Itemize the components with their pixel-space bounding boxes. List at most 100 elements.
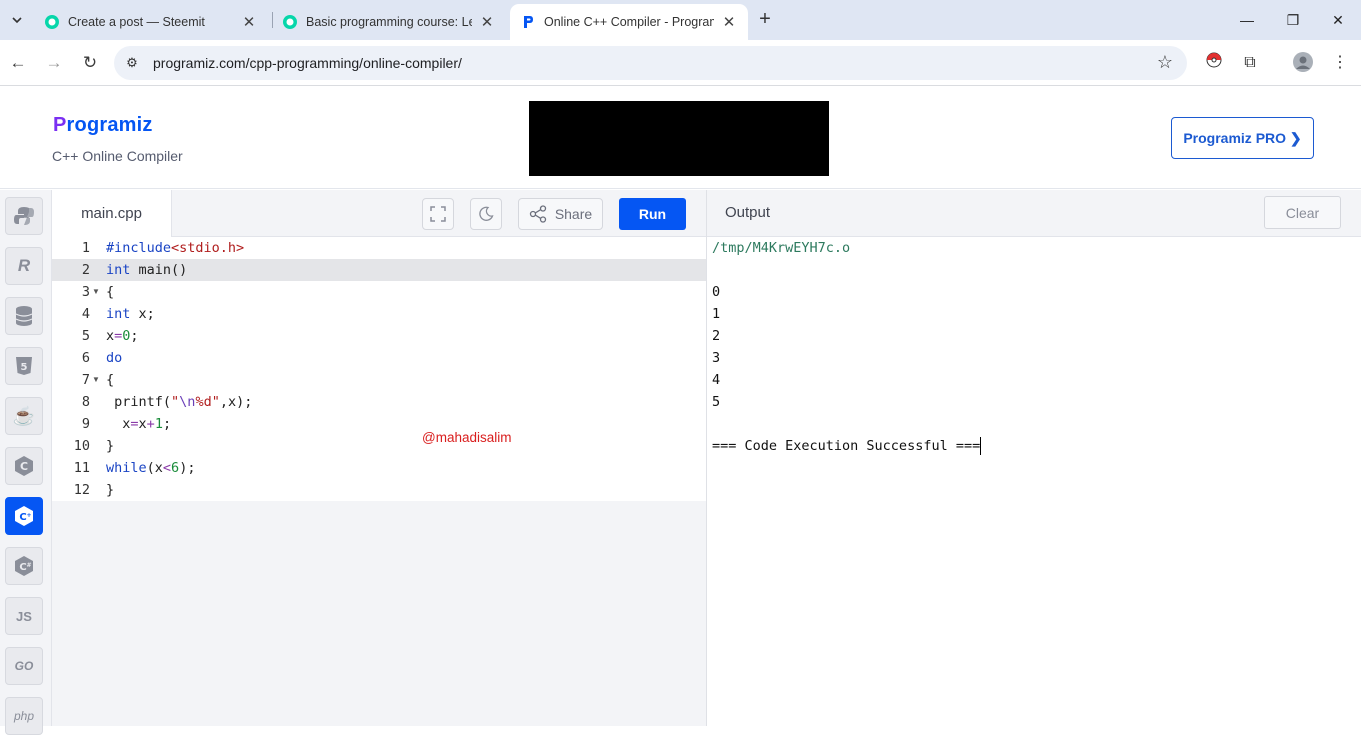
back-arrow-icon[interactable]: ← bbox=[6, 51, 30, 75]
new-tab-button[interactable]: + bbox=[754, 8, 776, 30]
lang-python-button[interactable] bbox=[5, 197, 43, 235]
code-editor[interactable] bbox=[102, 237, 706, 726]
line-number: 10 bbox=[73, 438, 90, 454]
output-line: 3 bbox=[712, 350, 721, 366]
author-watermark: @mahadisalim bbox=[422, 430, 512, 445]
code-line: x=x+1; bbox=[106, 416, 172, 432]
code-line: { bbox=[106, 372, 115, 388]
cpp-language-icon: C + bbox=[15, 506, 33, 526]
php-icon: php bbox=[13, 709, 35, 723]
lang-html-button[interactable]: 5 bbox=[5, 347, 43, 385]
tab-search-button[interactable] bbox=[6, 9, 28, 31]
output-console[interactable] bbox=[707, 237, 1361, 726]
browser-menu-icon[interactable]: ⋮ bbox=[1329, 52, 1351, 74]
advertisement-banner[interactable] bbox=[529, 101, 829, 176]
output-status-line: === Code Execution Successful === bbox=[712, 435, 982, 457]
lang-javascript-button[interactable]: JS bbox=[5, 597, 43, 635]
svg-text:C: C bbox=[20, 460, 28, 473]
code-line: x=0; bbox=[106, 328, 139, 344]
pokeball-extension-icon[interactable] bbox=[1203, 52, 1225, 74]
line-number: 7 bbox=[81, 372, 90, 388]
address-bar[interactable]: ⚙ programiz.com/cpp-programming/online-c… bbox=[114, 46, 1187, 80]
code-line: while(x<6); bbox=[106, 460, 196, 476]
lang-csharp-button[interactable]: C # bbox=[5, 547, 43, 585]
output-line: 0 bbox=[712, 284, 721, 300]
close-tab-icon[interactable]: ✕ bbox=[720, 13, 738, 31]
line-number: 2 bbox=[81, 262, 90, 278]
share-label: Share bbox=[554, 206, 593, 222]
share-button[interactable]: Share bbox=[518, 198, 603, 230]
tab-title: Basic programming course: Less bbox=[306, 15, 472, 29]
python-icon bbox=[14, 207, 34, 225]
tab-title: Create a post — Steemit bbox=[68, 15, 205, 29]
browser-tab-course[interactable]: Basic programming course: Less ✕ bbox=[272, 4, 506, 40]
tab-title: Online C++ Compiler - Program bbox=[544, 15, 714, 29]
bookmark-star-icon[interactable]: ☆ bbox=[1157, 52, 1173, 73]
lang-cpp-button[interactable]: C + bbox=[5, 497, 43, 535]
line-number: 3 bbox=[81, 284, 90, 300]
r-icon: R bbox=[17, 256, 31, 275]
run-button[interactable]: Run bbox=[619, 198, 686, 230]
output-line: /tmp/M4KrwEYH7c.o bbox=[712, 240, 851, 256]
output-toolbar: Output Clear bbox=[707, 190, 1361, 237]
lang-java-button[interactable]: ☕ bbox=[5, 397, 43, 435]
java-coffee-icon: ☕ bbox=[12, 405, 36, 426]
line-number: 12 bbox=[73, 482, 90, 498]
site-settings-icon[interactable]: ⚙ bbox=[122, 53, 142, 73]
editor-toolbar: main.cpp Share Run bbox=[52, 190, 706, 237]
fullscreen-button[interactable] bbox=[422, 198, 454, 230]
minimize-button[interactable]: — bbox=[1224, 8, 1270, 32]
profile-avatar[interactable] bbox=[1292, 52, 1314, 74]
output-line: 4 bbox=[712, 372, 721, 388]
code-line: int x; bbox=[106, 306, 155, 322]
code-line: printf("\n%d",x); bbox=[106, 394, 253, 410]
javascript-icon: JS bbox=[16, 608, 32, 624]
line-number: 9 bbox=[81, 416, 90, 432]
database-icon bbox=[15, 306, 33, 326]
lang-go-button[interactable]: GO bbox=[5, 647, 43, 685]
steemit-favicon-icon bbox=[283, 15, 297, 29]
execution-status: === Code Execution Successful === bbox=[712, 438, 981, 454]
close-tab-icon[interactable]: ✕ bbox=[240, 13, 258, 31]
programiz-favicon-icon bbox=[524, 16, 533, 28]
steemit-favicon-icon bbox=[45, 15, 59, 29]
fold-arrow-icon[interactable]: ▼ bbox=[92, 369, 100, 391]
fullscreen-icon bbox=[430, 206, 446, 222]
line-number: 8 bbox=[81, 394, 90, 410]
close-tab-icon[interactable]: ✕ bbox=[478, 13, 496, 31]
programiz-logo[interactable]: Programiz bbox=[53, 114, 153, 137]
forward-arrow-icon[interactable]: → bbox=[42, 51, 66, 75]
extensions-puzzle-icon[interactable]: ⧉ bbox=[1239, 52, 1261, 74]
lang-php-button[interactable]: php bbox=[5, 697, 43, 735]
browser-tab-steemit[interactable]: Create a post — Steemit ✕ bbox=[34, 4, 268, 40]
tab-strip: Create a post — Steemit ✕ Basic programm… bbox=[0, 0, 1361, 40]
lang-r-button[interactable]: R bbox=[5, 247, 43, 285]
browser-tab-programiz[interactable]: Online C++ Compiler - Program ✕ bbox=[510, 4, 748, 40]
line-number: 4 bbox=[81, 306, 90, 322]
programiz-pro-button[interactable]: Programiz PRO ❯ bbox=[1171, 117, 1314, 159]
chevron-down-icon bbox=[12, 17, 22, 24]
reload-icon[interactable]: ↻ bbox=[78, 51, 102, 75]
output-title: Output bbox=[725, 204, 771, 221]
compiler-subtitle: C++ Online Compiler bbox=[52, 148, 183, 164]
lang-sql-button[interactable] bbox=[5, 297, 43, 335]
html5-icon: 5 bbox=[16, 357, 32, 375]
file-tab-main-cpp[interactable]: main.cpp bbox=[52, 190, 172, 237]
line-number: 5 bbox=[81, 328, 90, 344]
c-language-icon: C bbox=[15, 456, 33, 476]
svg-text:+: + bbox=[26, 512, 31, 519]
close-window-button[interactable]: ✕ bbox=[1315, 8, 1361, 32]
code-line: { bbox=[106, 284, 115, 300]
code-line: } bbox=[106, 438, 115, 454]
line-number: 1 bbox=[81, 240, 90, 256]
language-sidebar: R 5 ☕ C C + C # JS GO php bbox=[0, 190, 52, 735]
dark-mode-button[interactable] bbox=[470, 198, 502, 230]
restore-button[interactable]: ❐ bbox=[1270, 8, 1316, 32]
fold-arrow-icon[interactable]: ▼ bbox=[92, 281, 100, 303]
lang-c-button[interactable]: C bbox=[5, 447, 43, 485]
share-icon bbox=[529, 205, 546, 223]
url-text: programiz.com/cpp-programming/online-com… bbox=[153, 55, 462, 71]
line-number: 6 bbox=[81, 350, 90, 366]
code-line: } bbox=[106, 482, 115, 498]
clear-button[interactable]: Clear bbox=[1264, 196, 1341, 229]
